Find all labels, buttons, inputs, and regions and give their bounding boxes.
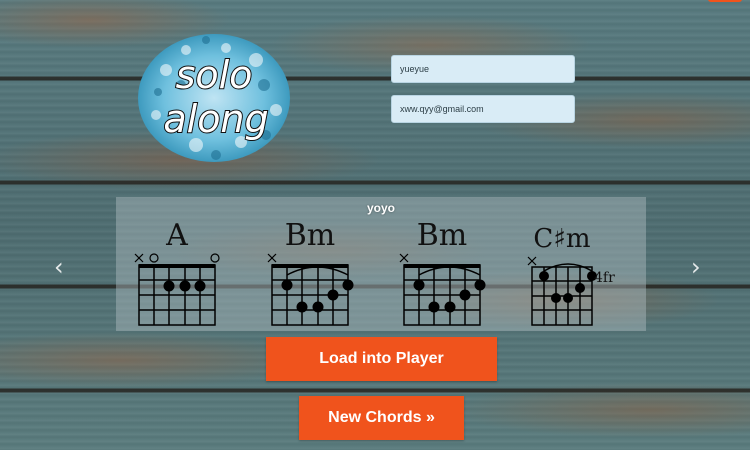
chord-name: C♯m: [533, 224, 590, 254]
load-into-player-button[interactable]: Load into Player: [266, 337, 497, 381]
chevron-right-icon[interactable]: ›: [691, 255, 701, 279]
chevron-left-icon[interactable]: ‹: [54, 255, 64, 279]
song-title: yoyo: [366, 201, 395, 215]
chord-name: A: [165, 218, 188, 253]
chord-name: Bm: [417, 218, 468, 253]
new-chords-button[interactable]: New Chords »: [299, 396, 464, 440]
string-markers: [399, 253, 409, 263]
string-markers: [527, 256, 537, 266]
logo-text-line1: solo: [176, 53, 253, 97]
chord-name: Bm: [285, 218, 336, 253]
solo-along-logo: solo along: [136, 30, 296, 164]
finger-dots: [163, 280, 206, 292]
chord-diagram-a[interactable]: A: [131, 217, 223, 329]
logo-graphic: solo along: [138, 34, 290, 162]
fret-position-label: 4fr: [594, 270, 615, 286]
fretboard-grid: [138, 264, 216, 326]
corner-tab[interactable]: [708, 0, 742, 2]
logo-text-line2: along: [163, 97, 268, 141]
string-markers: [134, 253, 220, 263]
chord-diagram-csharp-m[interactable]: C♯m 4fr: [526, 217, 618, 329]
email-field[interactable]: [391, 95, 575, 123]
chord-carousel: yoyo A Bm Bm C♯m 4fr: [116, 197, 646, 331]
chord-diagram-bm[interactable]: Bm: [264, 217, 356, 329]
chord-diagram-bm-2[interactable]: Bm: [396, 217, 488, 329]
name-field[interactable]: [391, 55, 575, 83]
string-markers: [267, 253, 277, 263]
